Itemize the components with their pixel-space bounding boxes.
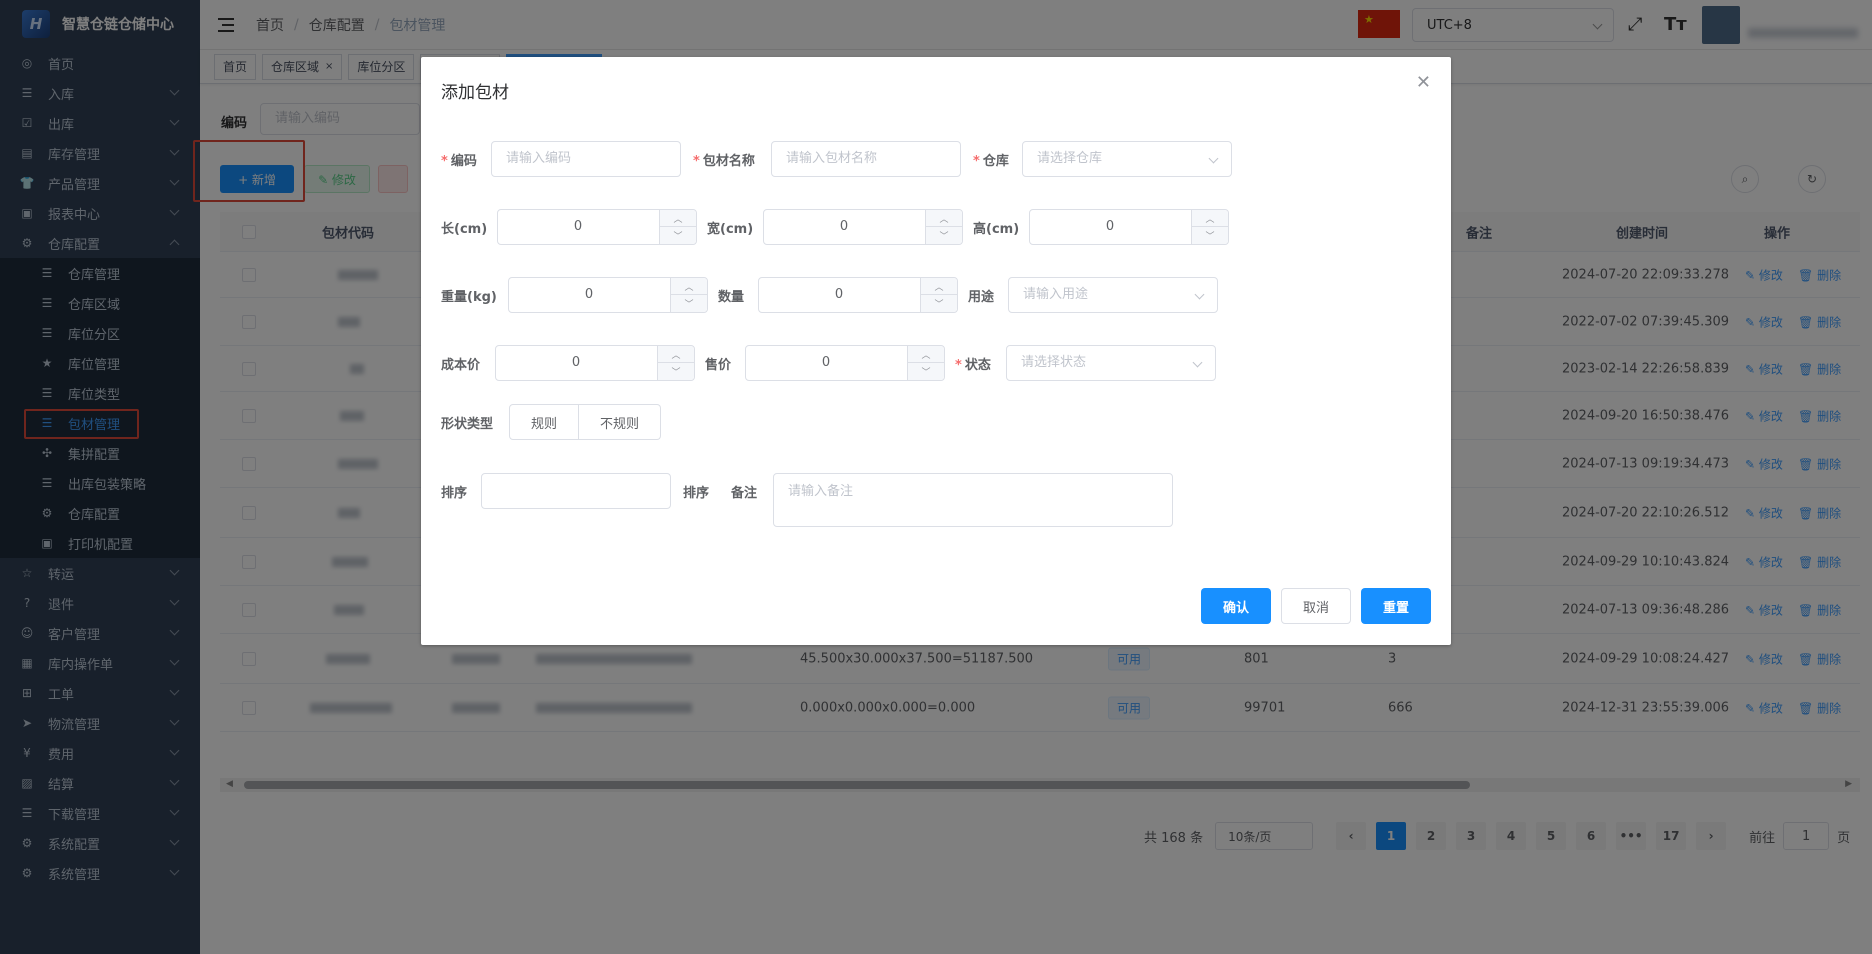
- code-input[interactable]: 请输入编码: [491, 141, 681, 177]
- increase-icon: ︿: [907, 346, 944, 363]
- warehouse-label: * 仓库: [973, 154, 1009, 169]
- shape-regular-option[interactable]: 规则: [509, 404, 579, 440]
- sort-label: 排序: [441, 486, 468, 501]
- sort-input[interactable]: [481, 473, 671, 509]
- quantity-stepper[interactable]: 0 ︿ ﹀: [758, 277, 958, 313]
- usage-label: 用途: [968, 290, 995, 305]
- height-label: 高(cm): [973, 222, 1020, 237]
- name-label: * 包材名称: [693, 154, 755, 169]
- status-select[interactable]: 请选择状态: [1006, 345, 1216, 381]
- confirm-button[interactable]: 确认: [1201, 588, 1271, 624]
- sort-suffix: 排序: [683, 486, 710, 501]
- increase-icon: ︿: [1191, 210, 1228, 227]
- increase-icon: ︿: [657, 346, 694, 363]
- cost-stepper[interactable]: 0 ︿ ﹀: [495, 345, 695, 381]
- shape-irregular-option[interactable]: 不规则: [579, 404, 661, 440]
- decrease-icon: ﹀: [670, 295, 707, 312]
- length-stepper[interactable]: 0 ︿ ﹀: [497, 209, 697, 245]
- status-label: * 状态: [955, 358, 991, 373]
- width-stepper[interactable]: 0 ︿ ﹀: [763, 209, 963, 245]
- close-icon[interactable]: ✕: [1416, 72, 1431, 93]
- decrease-icon: ﹀: [920, 295, 957, 312]
- decrease-icon: ﹀: [907, 363, 944, 380]
- decrease-icon: ﹀: [657, 363, 694, 380]
- increase-icon: ︿: [925, 210, 962, 227]
- length-label: 长(cm): [441, 222, 488, 237]
- price-label: 售价: [705, 358, 732, 373]
- quantity-label: 数量: [718, 290, 745, 305]
- chevron-down-icon: [1194, 289, 1205, 300]
- decrease-icon: ﹀: [659, 227, 696, 244]
- warehouse-select[interactable]: 请选择仓库: [1022, 141, 1232, 177]
- chevron-down-icon: [1208, 153, 1219, 164]
- reset-button[interactable]: 重置: [1361, 588, 1431, 624]
- weight-label: 重量(kg): [441, 290, 497, 305]
- shape-label: 形状类型: [441, 417, 494, 432]
- dialog-title: 添加包材: [441, 83, 509, 103]
- height-stepper[interactable]: 0 ︿ ﹀: [1029, 209, 1229, 245]
- code-label: * 编码: [441, 154, 477, 169]
- cost-label: 成本价: [441, 358, 481, 373]
- decrease-icon: ﹀: [1191, 227, 1228, 244]
- chevron-down-icon: [1192, 357, 1203, 368]
- price-stepper[interactable]: 0 ︿ ﹀: [745, 345, 945, 381]
- increase-icon: ︿: [670, 278, 707, 295]
- weight-stepper[interactable]: 0 ︿ ﹀: [508, 277, 708, 313]
- name-input[interactable]: 请输入包材名称: [771, 141, 961, 177]
- cancel-button[interactable]: 取消: [1281, 588, 1351, 624]
- remark-label: 备注: [731, 486, 758, 501]
- usage-select[interactable]: 请输入用途: [1008, 277, 1218, 313]
- increase-icon: ︿: [920, 278, 957, 295]
- add-packaging-dialog: 添加包材 ✕ * 编码 请输入编码 * 包材名称 请输入包材名称 * 仓库 请选择仓库…: [421, 57, 1451, 645]
- shape-radio-group: 规则 不规则: [509, 404, 661, 440]
- remark-textarea[interactable]: 请输入备注: [773, 473, 1173, 527]
- width-label: 宽(cm): [707, 222, 754, 237]
- increase-icon: ︿: [659, 210, 696, 227]
- decrease-icon: ﹀: [925, 227, 962, 244]
